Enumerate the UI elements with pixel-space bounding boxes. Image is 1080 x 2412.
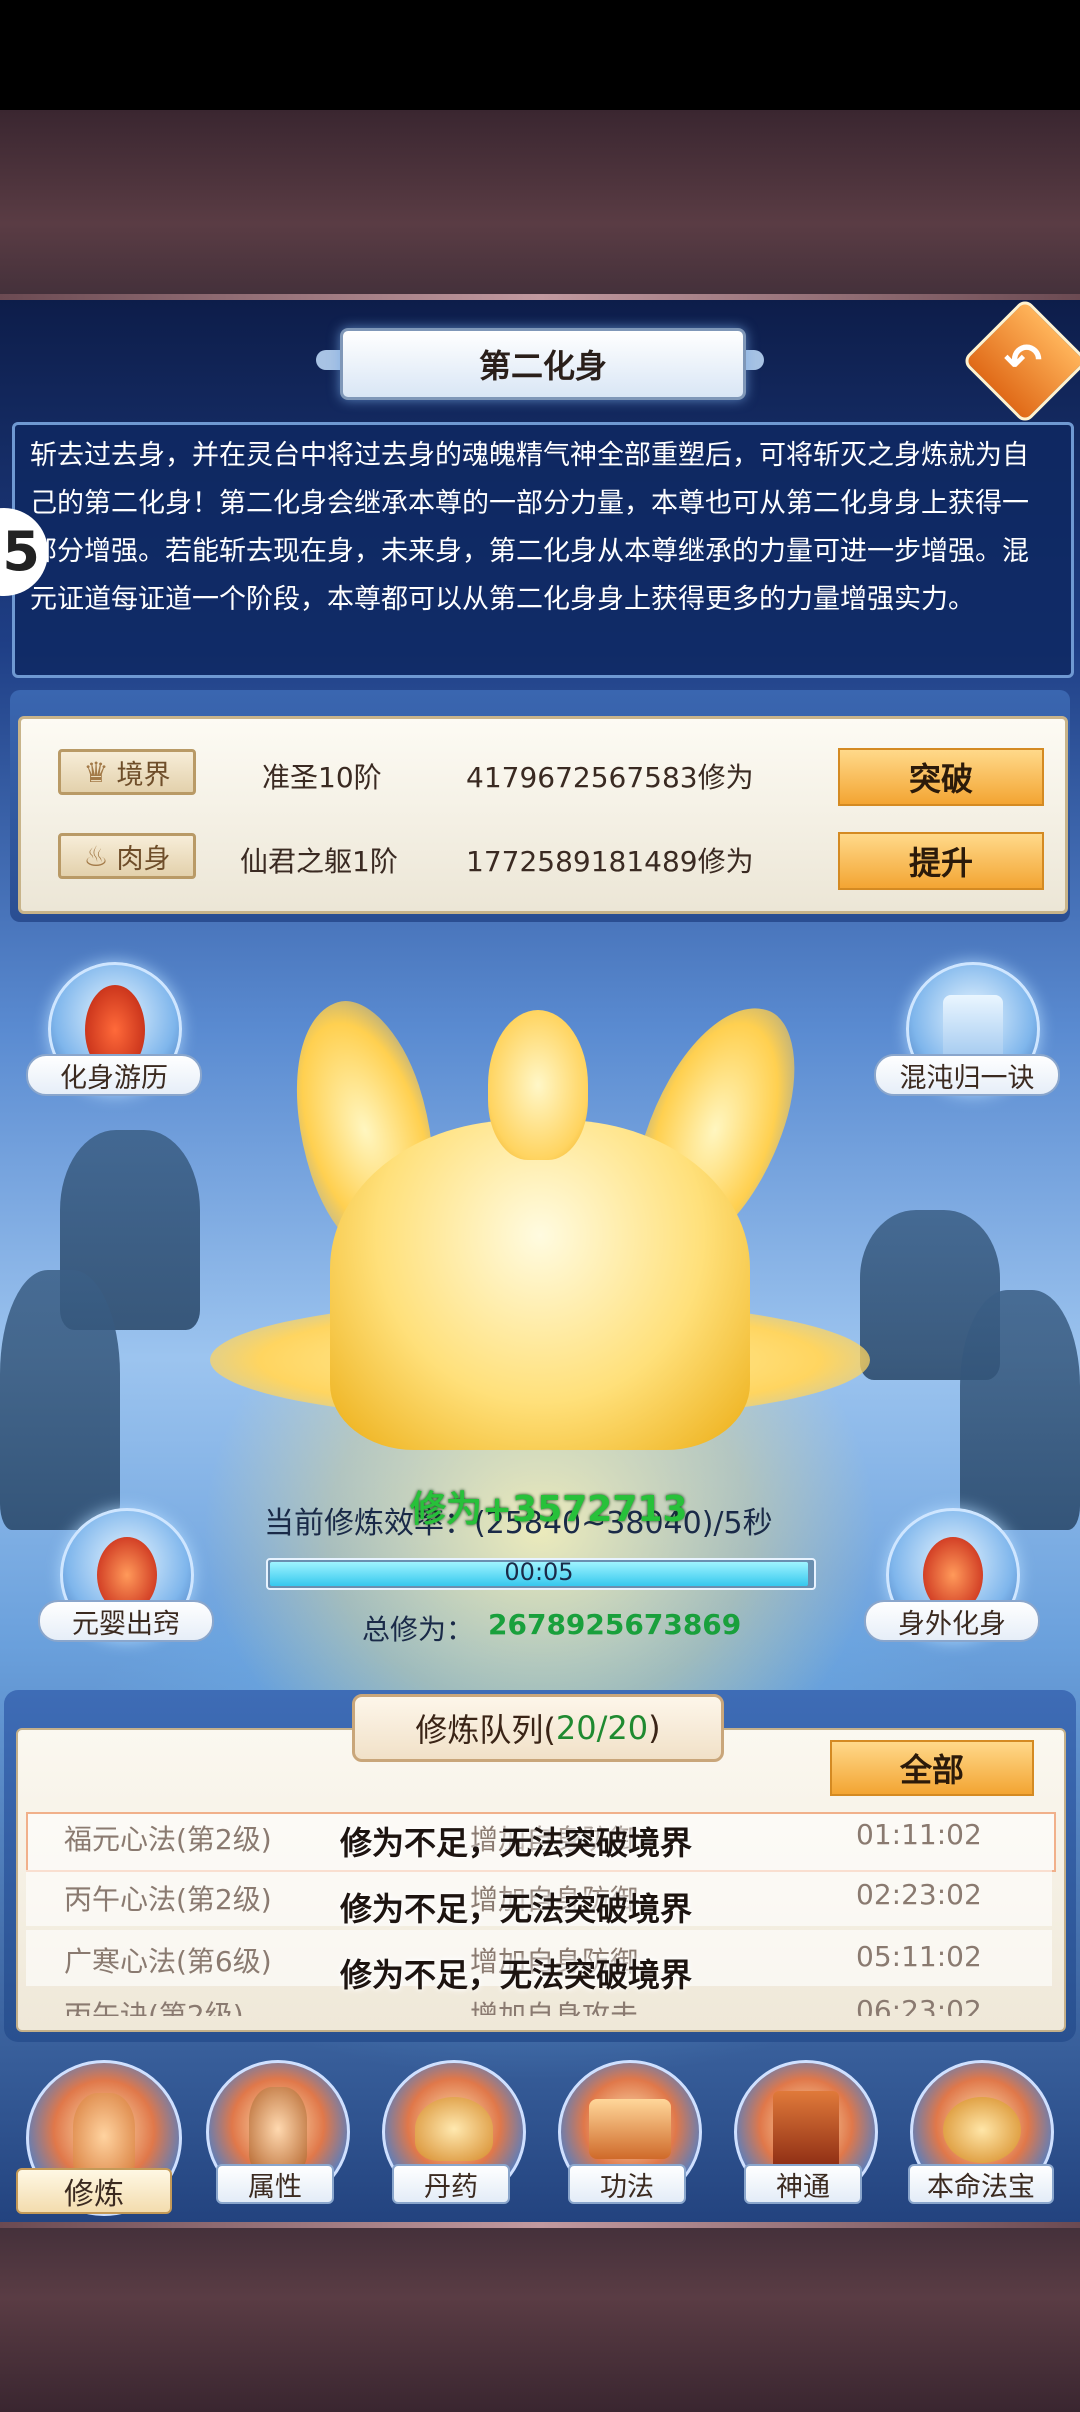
row-time: 06:23:02 <box>856 1994 982 2016</box>
travel-label[interactable]: 化身游历 <box>26 1054 202 1096</box>
queue-title: 修炼队列(20/20 ) <box>352 1694 724 1762</box>
realm-tag: ♛ 境界 <box>58 749 196 795</box>
scroll-icon <box>589 2099 671 2159</box>
body-cost: 1772589181489修为 <box>466 845 754 878</box>
golden-avatar-body <box>330 1120 750 1450</box>
nav-cultivate-label[interactable]: 修炼 <box>16 2168 172 2214</box>
external-avatar-label[interactable]: 身外化身 <box>864 1600 1040 1642</box>
chaos-label[interactable]: 混沌归一诀 <box>874 1054 1060 1096</box>
status-bar <box>0 0 1080 110</box>
nav-techniques-label[interactable]: 功法 <box>568 2164 686 2204</box>
total-cultivation-label: 总修为： <box>362 1613 475 1646</box>
row-time: 05:11:02 <box>856 1940 982 1973</box>
realm-level: 准圣10阶 <box>262 761 382 794</box>
queue-title-suffix: ) <box>648 1709 661 1747</box>
row-name: 福元心法(第2级) <box>64 1823 272 1856</box>
flame-icon: ♨ <box>83 839 109 873</box>
mountain-far-right <box>960 1290 1080 1530</box>
queue-all-button[interactable]: 全部 <box>830 1740 1034 1796</box>
frame-divider <box>0 2222 1080 2228</box>
row-name: 广寒心法(第6级) <box>64 1945 272 1978</box>
page-title: 第二化身 <box>340 328 746 400</box>
back-arrow-icon: ↶ <box>1003 333 1043 387</box>
mountain-far-left <box>0 1270 120 1530</box>
nav-treasure-label[interactable]: 本命法宝 <box>908 2164 1054 2204</box>
body-tag-label: 肉身 <box>116 843 171 875</box>
book-icon <box>773 2091 839 2171</box>
table-row-clipped[interactable]: 丙午诀(第2级) 增加自身攻击 06:23:02 <box>26 1994 1052 2016</box>
golden-avatar-head <box>488 1010 588 1160</box>
cauldron-icon <box>415 2097 493 2161</box>
realm-tag-label: 境界 <box>116 759 171 791</box>
cultivation-gain: 修为+3572713 <box>410 1489 688 1530</box>
total-cultivation-value: 2678925673869 <box>488 1608 742 1641</box>
queue-count: 20/20 <box>555 1709 649 1747</box>
treasure-icon <box>943 2097 1021 2163</box>
yuanying-label[interactable]: 元婴出窍 <box>38 1600 214 1642</box>
nav-attributes-label[interactable]: 属性 <box>216 2164 334 2204</box>
toast-message: 修为不足，无法突破境界 <box>340 1824 693 1862</box>
tablet-icon <box>943 995 1003 1063</box>
meditating-monk-icon <box>73 2093 135 2179</box>
bottom-frame <box>0 2222 1080 2412</box>
queue-title-prefix: 修炼队列( <box>415 1711 556 1749</box>
row-time: 02:23:02 <box>856 1878 982 1911</box>
cultivation-timer: 00:05 <box>504 1558 574 1586</box>
row-effect: 增加自身攻击 <box>470 1999 639 2016</box>
nav-pills-label[interactable]: 丹药 <box>392 2164 510 2204</box>
toast-message: 修为不足，无法突破境界 <box>340 1956 693 1994</box>
crown-icon: ♛ <box>83 755 109 789</box>
breakthrough-button[interactable]: 突破 <box>838 748 1044 806</box>
upgrade-button[interactable]: 提升 <box>838 832 1044 890</box>
description-text: 斩去过去身，并在灵台中将过去身的魂魄精气神全部重塑后，可将斩灭之身炼就为自己的第… <box>30 440 1029 615</box>
row-name: 丙午心法(第2级) <box>64 1883 272 1916</box>
warrior-icon <box>249 2087 307 2171</box>
body-tag: ♨ 肉身 <box>58 833 196 879</box>
nav-abilities-label[interactable]: 神通 <box>744 2164 862 2204</box>
row-time: 01:11:02 <box>856 1818 982 1851</box>
top-frame <box>0 110 1080 300</box>
row-name: 丙午诀(第2级) <box>64 1999 244 2016</box>
body-level: 仙君之躯1阶 <box>240 845 398 878</box>
toast-message: 修为不足，无法突破境界 <box>340 1890 693 1928</box>
realm-cost: 4179672567583修为 <box>466 761 754 794</box>
